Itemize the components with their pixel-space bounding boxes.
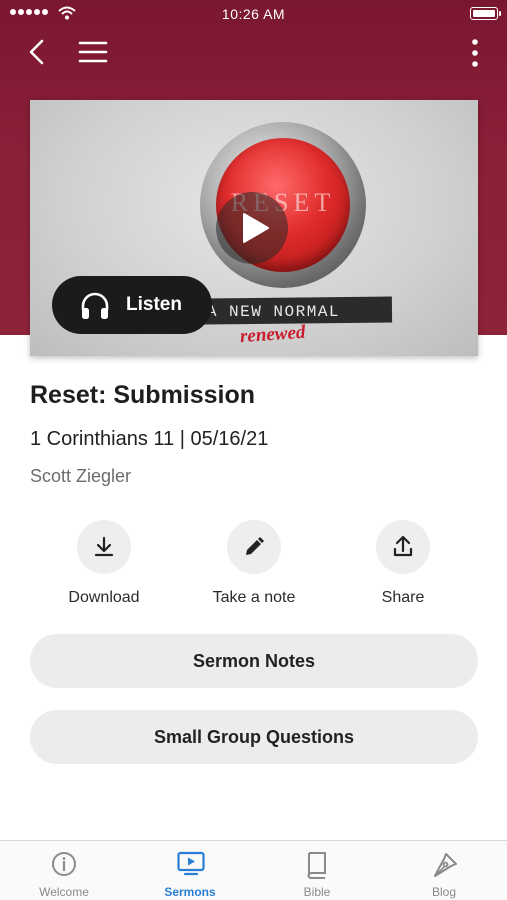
menu-button[interactable] bbox=[78, 38, 108, 66]
hamburger-icon bbox=[78, 41, 108, 63]
take-note-button[interactable]: Take a note bbox=[199, 520, 309, 607]
sermon-speaker: Scott Ziegler bbox=[30, 466, 132, 486]
chevron-left-icon bbox=[29, 39, 44, 65]
back-button[interactable] bbox=[24, 36, 54, 68]
take-note-label: Take a note bbox=[212, 589, 296, 606]
share-circle bbox=[376, 520, 430, 574]
listen-button[interactable]: Listen bbox=[52, 276, 212, 334]
pencil-icon bbox=[246, 537, 264, 555]
sermon-notes-button[interactable]: Sermon Notes bbox=[30, 634, 478, 688]
bottom-tab-bar: Welcome Sermons Bible Blog bbox=[0, 840, 507, 900]
share-label: Share bbox=[381, 589, 425, 606]
tab-sermons[interactable]: Sermons bbox=[127, 841, 253, 900]
status-time: 10:26 AM bbox=[221, 6, 286, 22]
download-label: Download bbox=[68, 589, 140, 606]
small-group-questions-button[interactable]: Small Group Questions bbox=[30, 710, 478, 764]
artwork-handwritten-text: renewed bbox=[239, 321, 307, 348]
tab-blog-label: Blog bbox=[431, 885, 457, 899]
tab-bible-label: Bible bbox=[303, 885, 331, 899]
tab-welcome[interactable]: Welcome bbox=[1, 841, 127, 900]
play-button[interactable] bbox=[216, 192, 288, 264]
download-icon bbox=[94, 536, 114, 557]
tv-play-icon bbox=[177, 851, 205, 876]
battery-icon bbox=[470, 7, 501, 20]
take-note-circle bbox=[227, 520, 281, 574]
tab-bible[interactable]: Bible bbox=[254, 841, 380, 900]
sermon-title: Reset: Submission bbox=[30, 381, 256, 409]
share-button[interactable]: Share bbox=[348, 520, 458, 607]
more-options-button[interactable] bbox=[467, 36, 483, 70]
headphones-icon bbox=[81, 292, 109, 319]
listen-label: Listen bbox=[126, 294, 182, 315]
status-bar: 10:26 AM bbox=[0, 0, 507, 28]
pen-nib-icon bbox=[434, 853, 457, 877]
download-circle bbox=[77, 520, 131, 574]
info-icon bbox=[52, 852, 76, 876]
download-button[interactable]: Download bbox=[49, 520, 159, 607]
vertical-dots-icon bbox=[472, 39, 478, 67]
tab-blog[interactable]: Blog bbox=[381, 841, 507, 900]
tab-welcome-label: Welcome bbox=[39, 885, 89, 899]
book-icon bbox=[307, 852, 326, 879]
tab-sermons-label: Sermons bbox=[164, 885, 216, 899]
play-icon bbox=[243, 213, 269, 243]
sermon-subtitle: 1 Corinthians 11 | 05/16/21 bbox=[30, 428, 269, 450]
share-icon bbox=[393, 535, 413, 557]
